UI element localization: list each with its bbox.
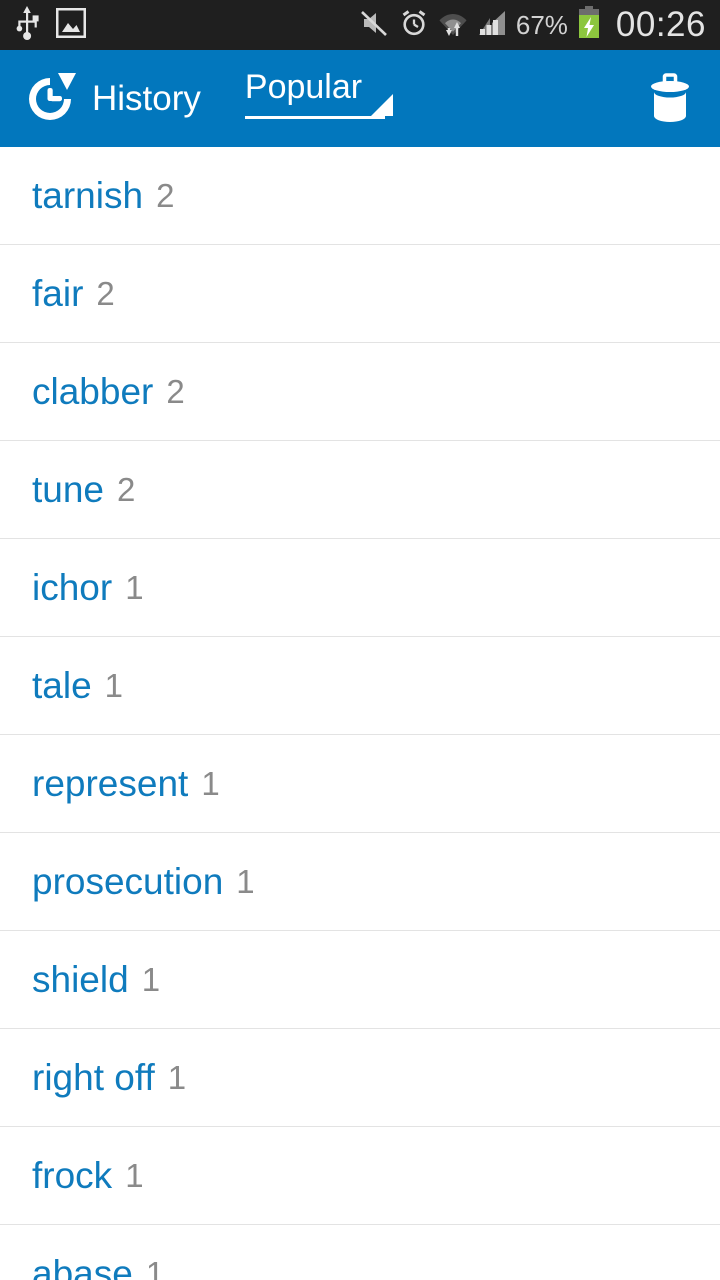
list-item[interactable]: shield 1 — [0, 931, 720, 1029]
list-item[interactable]: tarnish 2 — [0, 147, 720, 245]
list-item-word: prosecution — [32, 861, 224, 902]
list-item[interactable]: tune 2 — [0, 441, 720, 539]
mute-icon — [360, 8, 390, 43]
page-title: History — [92, 79, 201, 118]
list-item-count: 1 — [167, 1059, 187, 1096]
list-item-word: ichor — [32, 567, 113, 608]
list-item[interactable]: clabber 2 — [0, 343, 720, 441]
signal-bars-icon — [477, 8, 507, 43]
list-item-word: abase — [32, 1253, 133, 1280]
list-item-word: clabber — [32, 371, 154, 412]
list-item-word: frock — [32, 1155, 113, 1196]
list-item-word: represent — [32, 763, 189, 804]
list-item-count: 1 — [141, 961, 161, 998]
list-item-count: 2 — [166, 373, 185, 410]
app-screen: 67% 00:26 History Popular tarnish 2 fair… — [0, 0, 720, 1280]
list-item-count: 1 — [104, 667, 124, 704]
list-item-count: 1 — [236, 863, 255, 900]
list-item[interactable]: ichor 1 — [0, 539, 720, 637]
alarm-icon — [399, 8, 429, 43]
list-item-count: 2 — [156, 177, 175, 214]
list-item-word: tune — [32, 469, 105, 510]
list-item-count: 1 — [125, 1157, 144, 1194]
spinner-caret-icon — [370, 94, 393, 116]
list-item[interactable]: represent 1 — [0, 735, 720, 833]
history-restore-icon[interactable] — [20, 69, 80, 129]
list-item[interactable]: frock 1 — [0, 1127, 720, 1225]
list-item[interactable]: right off 1 — [0, 1029, 720, 1127]
spinner-underline — [244, 116, 385, 119]
battery-percent-label: 67% — [515, 9, 568, 40]
list-item-word: tarnish — [32, 175, 144, 216]
list-item[interactable]: prosecution 1 — [0, 833, 720, 931]
screenshot-image-icon — [55, 7, 87, 43]
list-item-count: 1 — [125, 569, 144, 606]
history-list[interactable]: tarnish 2 fair 2 clabber 2 tune 2 ichor 1 tale 1 rep… — [0, 147, 720, 1280]
status-bar-left-icons — [14, 5, 87, 45]
usb-icon — [14, 5, 40, 45]
list-item-word: right off — [32, 1057, 155, 1098]
list-item-count: 2 — [96, 275, 115, 312]
list-item-count: 1 — [145, 1255, 165, 1280]
list-item-word: fair — [32, 273, 84, 314]
list-item-count: 1 — [201, 765, 220, 802]
app-bar: History Popular — [0, 50, 720, 147]
status-bar: 67% 00:26 — [0, 0, 720, 50]
sort-spinner-value: Popular — [244, 68, 363, 106]
list-item[interactable]: fair 2 — [0, 245, 720, 343]
trash-icon — [651, 72, 689, 122]
sort-spinner[interactable]: Popular — [243, 70, 393, 119]
list-item[interactable]: abase 1 — [0, 1225, 720, 1280]
list-item-word: shield — [32, 959, 129, 1000]
list-item[interactable]: tale 1 — [0, 637, 720, 735]
status-bar-right-icons: 67% 00:26 — [360, 4, 706, 45]
battery-charging-icon — [577, 5, 601, 45]
wifi-data-icon — [438, 8, 468, 43]
list-item-word: tale — [32, 665, 92, 706]
clear-history-button[interactable] — [642, 71, 698, 127]
status-bar-clock: 00:26 — [615, 4, 706, 44]
list-item-count: 2 — [117, 471, 136, 508]
